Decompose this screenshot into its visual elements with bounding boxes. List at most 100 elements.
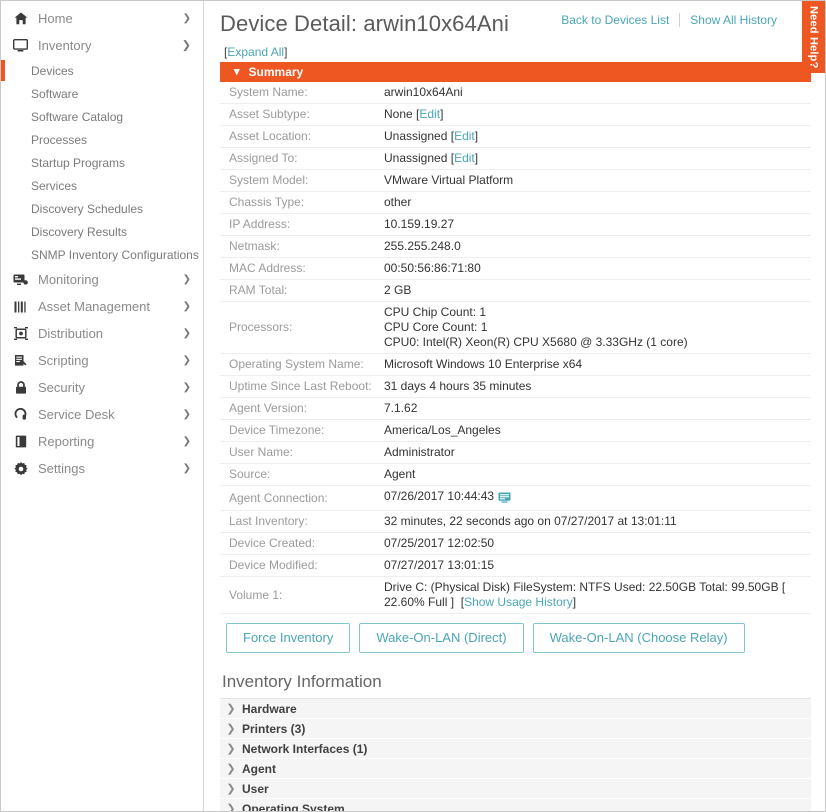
device-action-buttons: Force Inventory Wake-On-LAN (Direct) Wak…	[220, 614, 811, 653]
row-key: System Model:	[229, 173, 309, 187]
sidebar-item-asset-management[interactable]: Asset Management ❯	[1, 293, 203, 320]
sidebar-navigation: Home ❯ Inventory ❯ Devices Software Soft…	[1, 1, 204, 811]
application-window: Home ❯ Inventory ❯ Devices Software Soft…	[0, 0, 826, 812]
sidebar-item-service-desk-label: Service Desk	[38, 407, 115, 422]
content-panel: [Expand All] ▾ Summary System Name: arwi…	[204, 45, 825, 811]
inventory-section-user[interactable]: ❯ User	[220, 779, 811, 799]
table-row: Device Timezone: America/Los_Angeles	[220, 420, 811, 442]
row-key: Volume 1:	[229, 587, 283, 602]
sidebar-item-services[interactable]: Services	[1, 174, 203, 197]
row-key: RAM Total:	[229, 283, 288, 297]
row-key: Agent Version:	[229, 401, 308, 415]
sidebar-item-settings-label: Settings	[38, 461, 85, 476]
row-value: None [Edit]	[384, 107, 444, 121]
cpu0-description: CPU0: Intel(R) Xeon(R) CPU X5680 @ 3.33G…	[384, 335, 688, 349]
sidebar-item-settings[interactable]: Settings ❯	[1, 455, 203, 482]
sidebar-item-monitoring[interactable]: Monitoring ❯	[1, 266, 203, 293]
summary-section-header[interactable]: ▾ Summary	[220, 62, 811, 82]
edit-asset-location-link[interactable]: Edit	[454, 129, 475, 143]
row-value: 07/26/2017 10:44:43	[384, 486, 811, 511]
inventory-section-agent[interactable]: ❯ Agent	[220, 759, 811, 779]
inventory-section-hardware[interactable]: ❯ Hardware	[220, 699, 811, 719]
value-text: None	[384, 107, 413, 121]
show-usage-history-link[interactable]: Show Usage History	[464, 595, 573, 609]
device-summary-table: System Name: arwin10x64Ani Asset Subtype…	[220, 82, 811, 614]
wake-on-lan-choose-relay-button[interactable]: Wake-On-LAN (Choose Relay)	[532, 623, 745, 653]
sidebar-item-home[interactable]: Home ❯	[1, 5, 203, 32]
sidebar-item-processes[interactable]: Processes	[1, 128, 203, 151]
row-value: 32 minutes, 22 seconds ago on 07/27/2017…	[384, 514, 677, 528]
table-row: Agent Version: 7.1.62	[220, 398, 811, 420]
inventory-section-printers[interactable]: ❯ Printers (3)	[220, 719, 811, 739]
inventory-section-network-interfaces[interactable]: ❯ Network Interfaces (1)	[220, 739, 811, 759]
table-row: Chassis Type: other	[220, 192, 811, 214]
expand-all-link[interactable]: Expand All	[227, 45, 284, 59]
wake-on-lan-direct-button[interactable]: Wake-On-LAN (Direct)	[359, 623, 524, 653]
sidebar-item-asset-management-label: Asset Management	[38, 299, 151, 314]
chevron-right-icon: ❯	[226, 763, 236, 775]
row-key: Source:	[229, 467, 271, 481]
value-text: 07/26/2017 10:44:43	[384, 489, 495, 503]
sidebar-item-software-catalog[interactable]: Software Catalog	[1, 105, 203, 128]
inventory-section-operating-system[interactable]: ❯ Operating System	[220, 799, 811, 811]
force-inventory-button[interactable]: Force Inventory	[226, 623, 351, 653]
row-key: Asset Subtype:	[229, 107, 310, 121]
sidebar-item-scripting-label: Scripting	[38, 353, 89, 368]
table-row: Agent Connection: 07/26/2017 10:44:43	[220, 486, 811, 511]
back-to-devices-list-link[interactable]: Back to Devices List	[561, 13, 669, 27]
inventory-information-title: Inventory Information	[222, 672, 382, 691]
sidebar-item-devices[interactable]: Devices	[1, 59, 203, 82]
chevron-right-icon: ❯	[182, 381, 191, 393]
table-row: MAC Address: 00:50:56:86:71:80	[220, 258, 811, 280]
inventory-section-label: Printers (3)	[242, 721, 306, 736]
script-icon	[12, 354, 29, 367]
book-icon	[12, 435, 29, 448]
table-row: Last Inventory: 32 minutes, 22 seconds a…	[220, 511, 811, 533]
sidebar-item-monitoring-label: Monitoring	[38, 272, 99, 287]
edit-asset-subtype-link[interactable]: Edit	[419, 107, 440, 121]
sidebar-item-discovery-results[interactable]: Discovery Results	[1, 220, 203, 243]
sidebar-item-reporting[interactable]: Reporting ❯	[1, 428, 203, 455]
row-value: America/Los_Angeles	[384, 423, 501, 437]
row-value: 2 GB	[384, 283, 412, 297]
table-row: System Name: arwin10x64Ani	[220, 82, 811, 104]
row-key: Processors:	[229, 320, 293, 334]
chevron-right-icon: ❯	[182, 327, 191, 339]
row-value: 31 days 4 hours 35 minutes	[384, 379, 532, 393]
home-icon	[12, 12, 29, 25]
chevron-right-icon: ❯	[226, 783, 236, 795]
sidebar-item-security[interactable]: Security ❯	[1, 374, 203, 401]
sidebar-item-home-label: Home	[38, 11, 73, 26]
edit-assigned-to-link[interactable]: Edit	[454, 151, 475, 165]
sidebar-item-service-desk[interactable]: Service Desk ❯	[1, 401, 203, 428]
row-key: Assigned To:	[229, 151, 298, 165]
row-key: Device Created:	[229, 536, 316, 550]
sidebar-item-discovery-schedules-label: Discovery Schedules	[31, 201, 144, 216]
sidebar-item-snmp-inventory-configurations[interactable]: SNMP Inventory Configurations	[1, 243, 203, 266]
row-key: Last Inventory:	[229, 514, 308, 528]
sidebar-item-startup-programs[interactable]: Startup Programs	[1, 151, 203, 174]
row-value: Agent	[384, 467, 416, 481]
chevron-right-icon: ❯	[182, 435, 191, 447]
value-text: Unassigned	[384, 151, 448, 165]
table-row: Device Modified: 07/27/2017 13:01:15	[220, 555, 811, 577]
sidebar-item-discovery-schedules[interactable]: Discovery Schedules	[1, 197, 203, 220]
sidebar-item-inventory[interactable]: Inventory ❯	[1, 32, 203, 59]
monitor-icon	[12, 39, 29, 52]
remote-screen-icon[interactable]	[498, 492, 511, 507]
chevron-right-icon: ❯	[226, 723, 236, 735]
need-help-tab[interactable]: Need Help?	[802, 1, 825, 73]
sidebar-item-security-label: Security	[38, 380, 85, 395]
show-all-history-link[interactable]: Show All History	[690, 13, 777, 27]
bracket-close: ]	[284, 45, 288, 59]
sidebar-item-software[interactable]: Software	[1, 82, 203, 105]
need-help-label: Need Help?	[807, 5, 820, 69]
row-value: other	[384, 195, 412, 209]
sidebar-item-inventory-label: Inventory	[38, 38, 92, 53]
inventory-section-label: Agent	[242, 761, 276, 776]
row-value: 00:50:56:86:71:80	[384, 261, 481, 275]
inventory-section-label: User	[242, 781, 269, 796]
sidebar-item-distribution[interactable]: Distribution ❯	[1, 320, 203, 347]
sidebar-item-software-label: Software	[31, 86, 79, 101]
sidebar-item-scripting[interactable]: Scripting ❯	[1, 347, 203, 374]
